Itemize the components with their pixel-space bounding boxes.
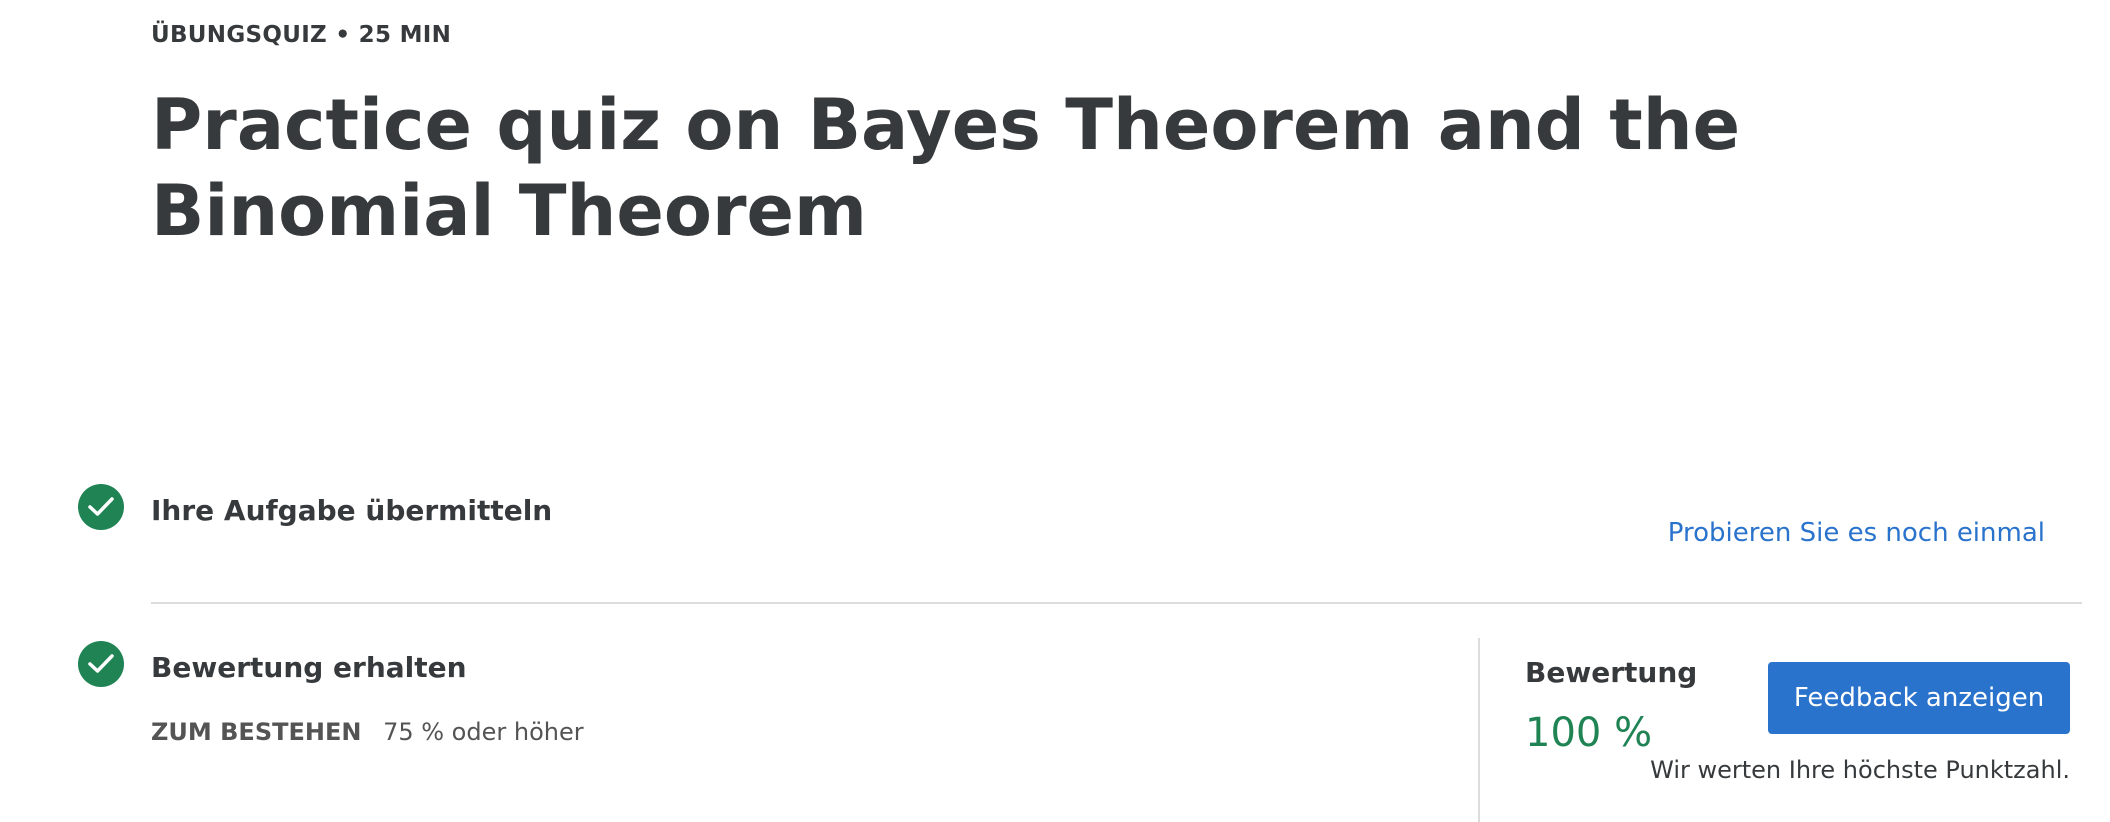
passing-requirement: ZUM BESTEHEN 75 % oder höher <box>151 718 584 746</box>
check-circle-icon <box>78 484 124 530</box>
grade-value: 100 % <box>1525 710 1653 756</box>
pass-label: ZUM BESTEHEN <box>151 718 362 746</box>
submit-step-title: Ihre Aufgabe übermitteln <box>151 494 553 527</box>
grade-label: Bewertung <box>1525 656 1698 689</box>
highest-score-note: Wir werten Ihre höchste Punktzahl. <box>1650 756 2070 784</box>
section-divider <box>151 602 2082 604</box>
checkmark-icon <box>88 497 114 516</box>
grade-step-title: Bewertung erhalten <box>151 651 467 684</box>
retry-link[interactable]: Probieren Sie es noch einmal <box>1668 518 2045 548</box>
quiz-meta-label: ÜBUNGSQUIZ • 25 MIN <box>151 22 452 48</box>
view-feedback-button[interactable]: Feedback anzeigen <box>1768 662 2070 734</box>
pass-value: 75 % oder höher <box>383 718 584 746</box>
checkmark-icon <box>88 654 114 673</box>
page-title: Practice quiz on Bayes Theorem and the B… <box>151 84 1741 252</box>
check-circle-icon <box>78 641 124 687</box>
grade-panel-divider <box>1478 638 1480 822</box>
